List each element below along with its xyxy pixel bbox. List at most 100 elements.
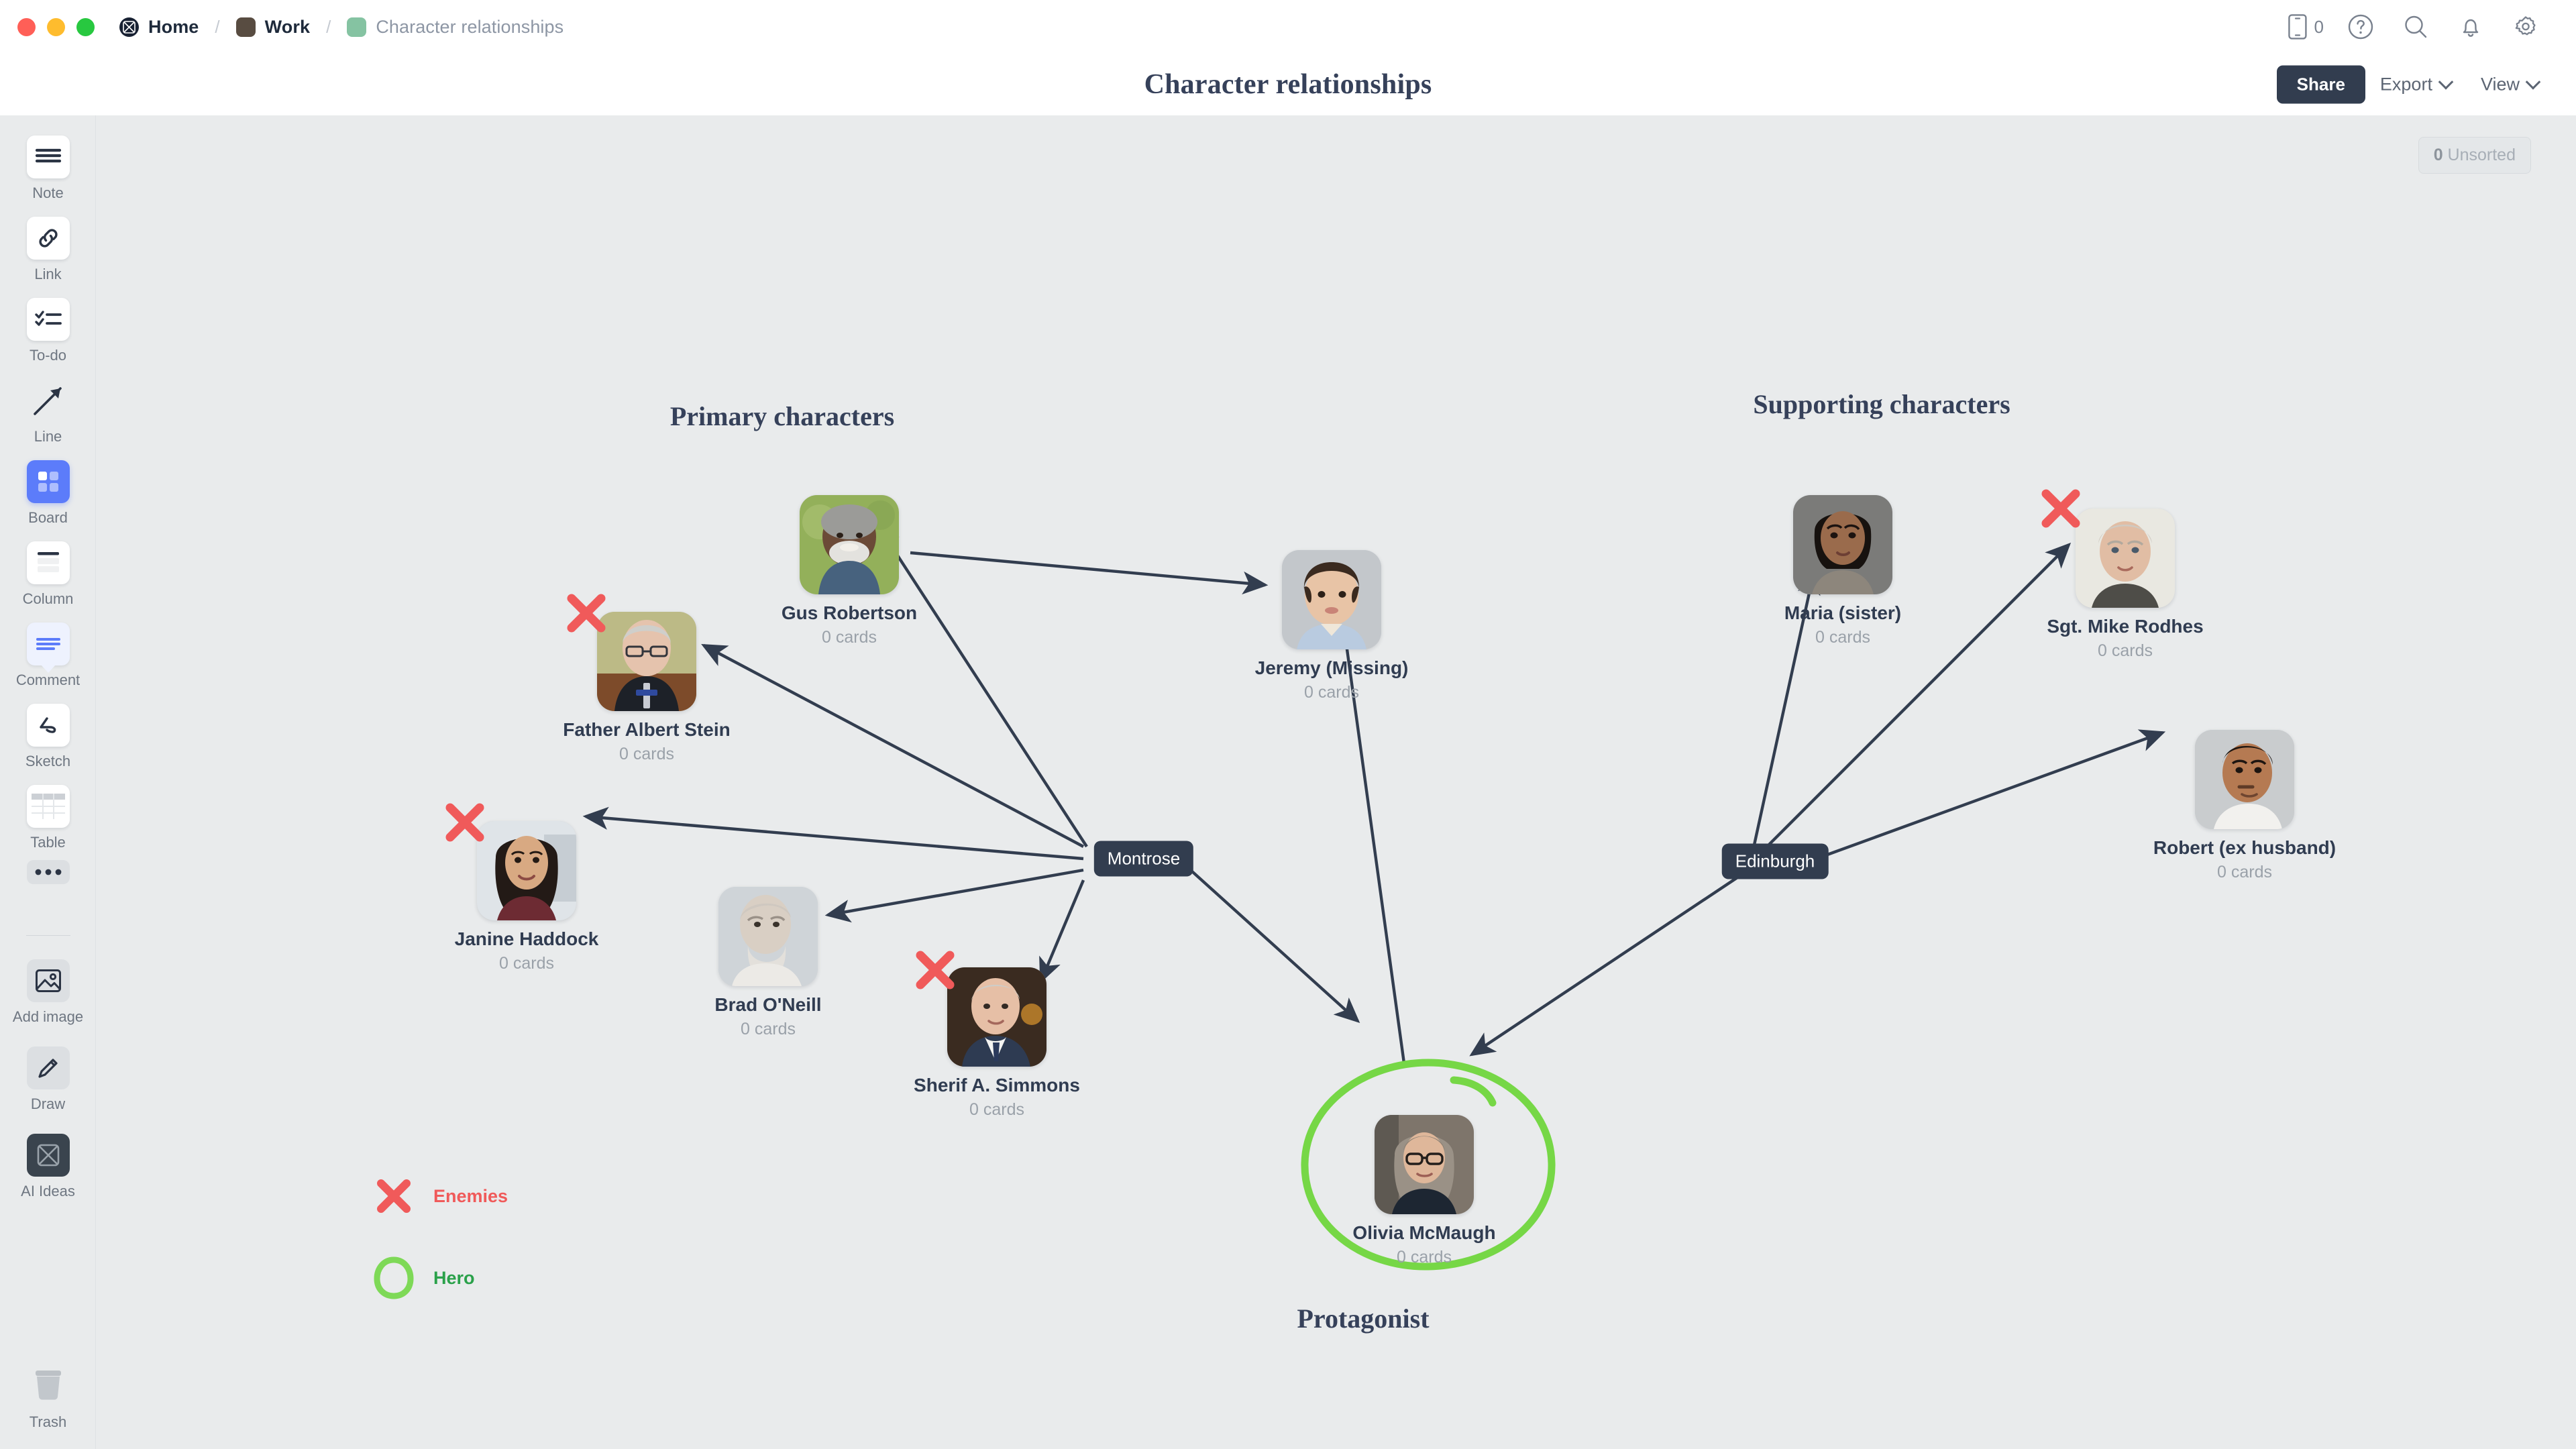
- search-button[interactable]: [2388, 0, 2443, 54]
- board-swatch-icon: [347, 17, 367, 37]
- legend-item-enemies: Enemies: [373, 1175, 508, 1217]
- tool-ai-ideas[interactable]: AI Ideas: [0, 1134, 96, 1200]
- character-name: Brad O'Neill: [714, 994, 822, 1015]
- unsorted-badge[interactable]: 0 Unsorted: [2418, 137, 2531, 174]
- share-button[interactable]: Share: [2276, 65, 2365, 104]
- notifications-icon: [2463, 19, 2479, 37]
- relationship-hub-montrose[interactable]: Montrose: [1093, 841, 1194, 877]
- character-node-sgt-mike-rodhes[interactable]: Sgt. Mike Rodhes 0 cards: [2004, 489, 2246, 661]
- unsorted-label: Unsorted: [2447, 146, 2516, 164]
- tool-more[interactable]: [0, 860, 96, 884]
- breadcrumb-separator-2: /: [326, 16, 331, 37]
- character-node-janine-haddock[interactable]: Janine Haddock 0 cards: [406, 803, 647, 973]
- character-name: Father Albert Stein: [563, 719, 731, 740]
- more-dots-icon: [26, 860, 70, 884]
- tool-label-comment: Comment: [15, 672, 80, 688]
- tool-link[interactable]: Link: [0, 217, 96, 283]
- character-name: Robert (ex husband): [2153, 837, 2337, 858]
- character-node-sherif-a-simmons[interactable]: Sherif A. Simmons 0 cards: [876, 951, 1118, 1120]
- minimize-window-button[interactable]: [47, 17, 65, 36]
- tool-label-ai-ideas: AI Ideas: [21, 1183, 75, 1199]
- tool-label-sketch: Sketch: [25, 753, 71, 769]
- section-heading-protagonist: Protagonist: [1297, 1303, 1430, 1334]
- character-name: Sherif A. Simmons: [914, 1075, 1080, 1095]
- character-card-count: 0 cards: [499, 954, 554, 973]
- tool-label-draw: Draw: [30, 1095, 66, 1112]
- avatar: [2195, 730, 2294, 829]
- circle-scribble-icon: [374, 1256, 414, 1299]
- x-mark-icon: [377, 1179, 411, 1213]
- breadcrumb-item-home[interactable]: Home: [119, 17, 199, 38]
- phone-button[interactable]: 0: [2288, 0, 2333, 54]
- help-icon: [2348, 14, 2373, 40]
- page-title: Character relationships: [1144, 69, 1432, 100]
- view-label: View: [2480, 74, 2520, 95]
- character-node-robert-ex-husband[interactable]: Robert (ex husband) 0 cards: [2124, 730, 2365, 882]
- search-icon: [2405, 15, 2427, 38]
- character-name: Jeremy (Missing): [1254, 657, 1409, 678]
- character-card-count: 0 cards: [741, 1020, 796, 1038]
- tool-label-board: Board: [28, 509, 68, 526]
- tool-label-note: Note: [32, 184, 64, 201]
- tool-table[interactable]: Table: [0, 785, 96, 851]
- board-icon: [26, 460, 70, 503]
- breadcrumb-label-home: Home: [148, 16, 199, 37]
- tool-rail: Note Link To-do Line Board Column Commen…: [0, 115, 96, 1449]
- character-name: Maria (sister): [1784, 602, 1902, 623]
- character-card-count: 0 cards: [1304, 683, 1359, 702]
- help-button[interactable]: [2333, 0, 2388, 54]
- tool-label-link: Link: [34, 266, 62, 282]
- document-header: Character relationships Share Export Vie…: [0, 54, 2576, 115]
- notifications-button[interactable]: [2443, 0, 2498, 54]
- tool-comment[interactable]: Comment: [0, 623, 96, 689]
- tool-sketch[interactable]: Sketch: [0, 704, 96, 770]
- settings-button[interactable]: [2498, 0, 2553, 54]
- character-card-count: 0 cards: [1397, 1248, 1452, 1267]
- tool-label-trash: Trash: [29, 1413, 67, 1430]
- maximize-window-button[interactable]: [76, 17, 95, 36]
- character-card-count: 0 cards: [619, 745, 674, 763]
- relationship-hub-edinburgh[interactable]: Edinburgh: [1721, 843, 1829, 879]
- tool-line[interactable]: Line: [0, 379, 96, 445]
- board-canvas[interactable]: 0 Unsorted Primary characters Supporting…: [97, 115, 2576, 1449]
- titlebar-actions: 0: [2288, 0, 2553, 54]
- avatar: [477, 821, 576, 920]
- app-window: Home / Work / Character relationships 0: [0, 0, 2576, 1449]
- close-window-button[interactable]: [17, 17, 36, 36]
- note-icon: [26, 136, 70, 178]
- tool-trash[interactable]: Trash: [0, 1364, 96, 1431]
- breadcrumb: Home / Work / Character relationships: [119, 17, 564, 38]
- breadcrumb-item-board[interactable]: Character relationships: [347, 17, 564, 38]
- section-heading-supporting: Supporting characters: [1753, 389, 2010, 419]
- window-titlebar: Home / Work / Character relationships 0: [0, 0, 2576, 54]
- character-card-count: 0 cards: [1815, 628, 1870, 647]
- tool-draw[interactable]: Draw: [0, 1046, 96, 1113]
- character-node-father-albert-stein[interactable]: Father Albert Stein 0 cards: [526, 594, 767, 764]
- character-name: Janine Haddock: [454, 928, 599, 949]
- legend-label-enemies: Enemies: [433, 1185, 508, 1206]
- trash-icon: [27, 1364, 70, 1407]
- unsorted-count: 0: [2433, 146, 2443, 164]
- breadcrumb-item-work[interactable]: Work: [235, 17, 310, 38]
- character-node-olivia-mcmaugh[interactable]: Olivia McMaugh 0 cards: [1303, 1115, 1545, 1267]
- character-node-maria-sister[interactable]: Maria (sister) 0 cards: [1722, 495, 1964, 647]
- draw-pencil-icon: [26, 1046, 70, 1089]
- tool-column[interactable]: Column: [0, 541, 96, 608]
- todo-icon: [26, 298, 70, 341]
- rail-divider: [26, 935, 70, 936]
- tool-board[interactable]: Board: [0, 460, 96, 527]
- character-node-brad-oneill[interactable]: Brad O'Neill 0 cards: [647, 887, 889, 1039]
- traffic-lights: [17, 17, 95, 36]
- character-name: Sgt. Mike Rodhes: [2047, 616, 2204, 637]
- tool-note[interactable]: Note: [0, 136, 96, 202]
- legend-item-hero: Hero: [373, 1256, 475, 1300]
- tool-todo[interactable]: To-do: [0, 298, 96, 364]
- character-card-count: 0 cards: [2217, 863, 2272, 881]
- export-label: Export: [2379, 74, 2432, 95]
- tool-add-image[interactable]: Add image: [0, 959, 96, 1026]
- view-menu-button[interactable]: View: [2466, 66, 2553, 103]
- export-menu-button[interactable]: Export: [2365, 66, 2466, 103]
- folder-swatch-icon: [235, 17, 256, 37]
- character-node-jeremy-missing[interactable]: Jeremy (Missing) 0 cards: [1211, 550, 1452, 702]
- avatar: [2076, 508, 2175, 608]
